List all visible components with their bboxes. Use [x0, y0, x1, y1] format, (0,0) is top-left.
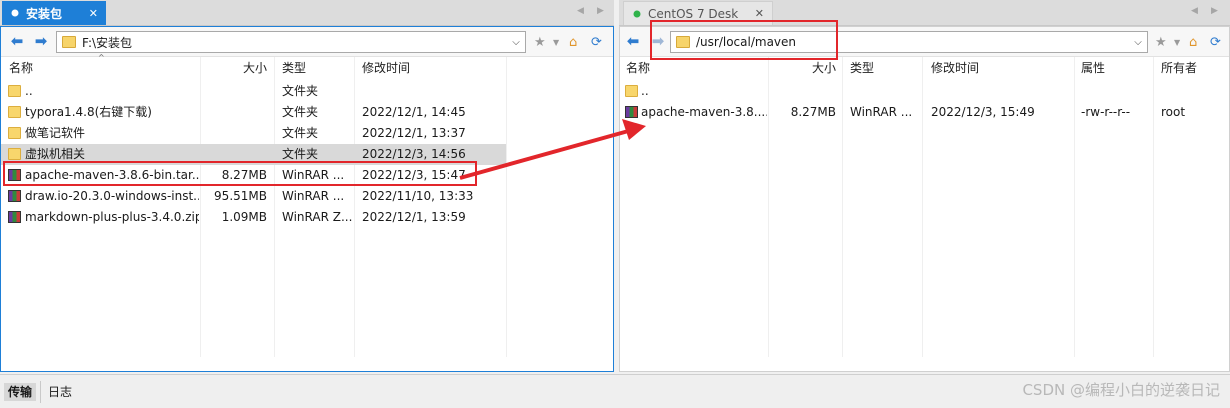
folder-icon	[8, 148, 21, 160]
close-icon[interactable]: ✕	[89, 7, 98, 20]
rar-archive-icon	[8, 211, 21, 223]
file-size: 1.09MB	[221, 210, 267, 224]
file-name: markdown-plus-plus-3.4.0.zip	[25, 210, 199, 224]
tab-local-label: 安装包	[26, 6, 63, 21]
column-modified[interactable]: 修改时间	[356, 57, 506, 79]
file-type: 文件夹	[282, 84, 319, 98]
bookmark-star-icon[interactable]: ★	[534, 35, 546, 50]
column-size[interactable]: 大小	[770, 57, 840, 79]
chevron-down-icon[interactable]: ⌵	[507, 37, 525, 48]
column-name[interactable]: 名称	[3, 57, 199, 79]
file-size: 95.51MB	[214, 189, 267, 203]
file-size: 8.27MB	[790, 105, 836, 119]
file-attributes	[1081, 81, 1153, 102]
chevron-down-icon[interactable]: ▼	[1174, 38, 1180, 47]
close-icon[interactable]: ✕	[755, 7, 764, 20]
file-owner	[1161, 81, 1227, 102]
highlight-box-source-file	[3, 161, 477, 186]
file-row[interactable]: apache-maven-3.8.... 8.27MB WinRAR ... 2…	[620, 102, 1229, 123]
file-size	[201, 81, 267, 102]
file-modified: 2022/12/3, 15:49	[931, 105, 1035, 119]
divider	[40, 381, 41, 403]
tab-scroll-right-icon[interactable]: ▶	[597, 6, 604, 16]
tab-local[interactable]: 安装包 ✕	[2, 1, 106, 25]
rar-archive-icon	[625, 106, 638, 118]
highlight-box-remote-path	[650, 20, 838, 60]
column-modified[interactable]: 修改时间	[925, 57, 1075, 79]
file-owner: root	[1161, 105, 1186, 119]
column-size[interactable]: 大小	[201, 57, 271, 79]
folder-icon	[8, 127, 21, 139]
file-row[interactable]: ..	[620, 81, 1229, 102]
file-row[interactable]: .. 文件夹	[1, 81, 613, 102]
remote-file-pane: ⬅ ➡ /usr/local/maven ⌵ ★ ▼ ⌂ ⟳ 名称 大小 类型 …	[619, 26, 1230, 372]
column-name[interactable]: 名称	[620, 57, 770, 79]
column-owner[interactable]: 所有者	[1155, 57, 1229, 79]
watermark: CSDN @编程小白的逆袭日记	[1022, 381, 1220, 399]
file-modified	[931, 81, 1071, 102]
local-path-field[interactable]: F:\安装包 ⌵	[56, 31, 526, 53]
file-modified: 2022/12/1, 14:45	[362, 105, 466, 119]
folder-icon	[625, 85, 638, 97]
tab-scroll-left-icon[interactable]: ◀	[577, 6, 584, 16]
file-row[interactable]: typora1.4.8(右键下载) 文件夹 2022/12/1, 14:45	[1, 102, 613, 123]
file-size	[201, 102, 267, 123]
file-type: WinRAR ...	[850, 105, 913, 119]
folder-icon	[8, 85, 21, 97]
file-modified: 2022/12/1, 13:37	[362, 126, 466, 140]
file-name: 做笔记软件	[25, 126, 86, 140]
file-type: WinRAR Z...	[282, 210, 353, 224]
back-arrow-icon[interactable]: ⬅	[8, 32, 26, 50]
home-folder-icon[interactable]: ⌂	[569, 35, 577, 50]
tab-transfer[interactable]: 传输	[4, 383, 37, 401]
home-folder-icon[interactable]: ⌂	[1189, 35, 1197, 50]
column-type[interactable]: 类型	[276, 57, 354, 79]
file-size	[201, 123, 267, 144]
folder-icon	[8, 106, 21, 118]
tab-scroll-left-icon[interactable]: ◀	[1191, 6, 1198, 16]
tab-log[interactable]: 日志	[44, 383, 76, 401]
file-modified	[362, 81, 502, 102]
tab-scroll-right-icon[interactable]: ▶	[1211, 6, 1218, 16]
file-name: apache-maven-3.8....	[641, 105, 767, 119]
file-modified: 2022/12/1, 13:59	[362, 210, 466, 224]
refresh-icon[interactable]: ⟳	[591, 35, 602, 50]
file-name: draw.io-20.3.0-windows-inst...	[25, 189, 199, 203]
local-file-pane: ⬅ ➡ F:\安装包 ⌵ ★ ▼ ⌂ ⟳ ^ 名称 大小 类型 修改时间 .. …	[0, 26, 614, 372]
file-type	[850, 81, 920, 102]
bookmark-star-icon[interactable]: ★	[1155, 35, 1167, 50]
rar-archive-icon	[8, 190, 21, 202]
file-row[interactable]: 做笔记软件 文件夹 2022/12/1, 13:37	[1, 123, 613, 144]
session-icon	[11, 9, 19, 17]
column-type[interactable]: 类型	[844, 57, 922, 79]
tab-remote-label: CentOS 7 Desk	[648, 6, 739, 21]
file-type: 文件夹	[282, 105, 319, 119]
file-name: typora1.4.8(右键下载)	[25, 105, 152, 119]
chevron-down-icon[interactable]: ▼	[553, 38, 559, 47]
file-row[interactable]: markdown-plus-plus-3.4.0.zip 1.09MB WinR…	[1, 207, 613, 228]
file-type: WinRAR ...	[282, 189, 345, 203]
file-name: ..	[25, 84, 33, 98]
local-toolbar: ⬅ ➡ F:\安装包 ⌵ ★ ▼ ⌂ ⟳	[1, 27, 613, 57]
left-tab-bar: 安装包 ✕ ◀ ▶	[0, 0, 614, 26]
chevron-down-icon[interactable]: ⌵	[1129, 37, 1147, 48]
refresh-icon[interactable]: ⟳	[1210, 35, 1221, 50]
file-modified: 2022/11/10, 13:33	[362, 189, 474, 203]
folder-icon	[62, 36, 76, 48]
file-size	[770, 81, 836, 102]
local-path-text: F:\安装包	[82, 35, 133, 50]
connected-status-icon	[633, 10, 641, 17]
back-arrow-icon[interactable]: ⬅	[624, 32, 642, 50]
file-row[interactable]: draw.io-20.3.0-windows-inst... 95.51MB W…	[1, 186, 613, 207]
forward-arrow-icon[interactable]: ➡	[32, 32, 50, 50]
file-type: 文件夹	[282, 126, 319, 140]
file-name: ..	[641, 84, 649, 98]
file-attributes: -rw-r--r--	[1081, 105, 1131, 119]
column-attributes[interactable]: 属性	[1075, 57, 1155, 79]
